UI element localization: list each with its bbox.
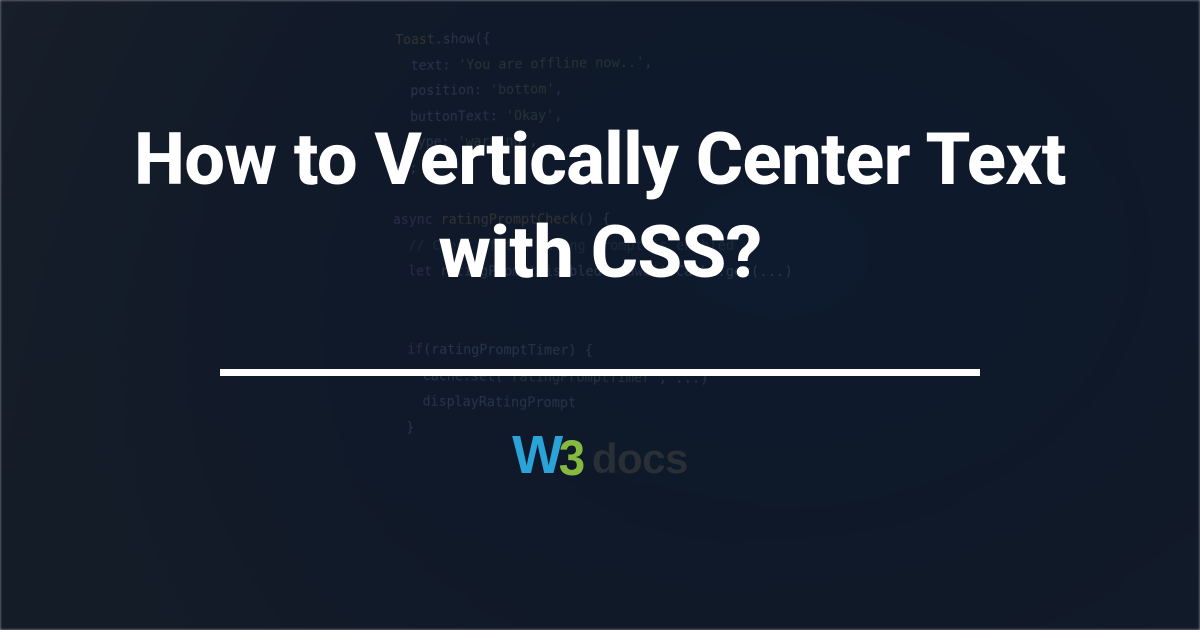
page-title: How to Vertically Center Text with CSS? — [80, 114, 1120, 298]
title-divider — [220, 369, 980, 376]
content-container: How to Vertically Center Text with CSS? … — [0, 0, 1200, 630]
brand-logo: W 3 docs — [512, 424, 688, 486]
logo-number-3: 3 — [559, 429, 585, 487]
logo-word-docs: docs — [592, 435, 688, 483]
logo-letter-w: W — [512, 424, 560, 486]
